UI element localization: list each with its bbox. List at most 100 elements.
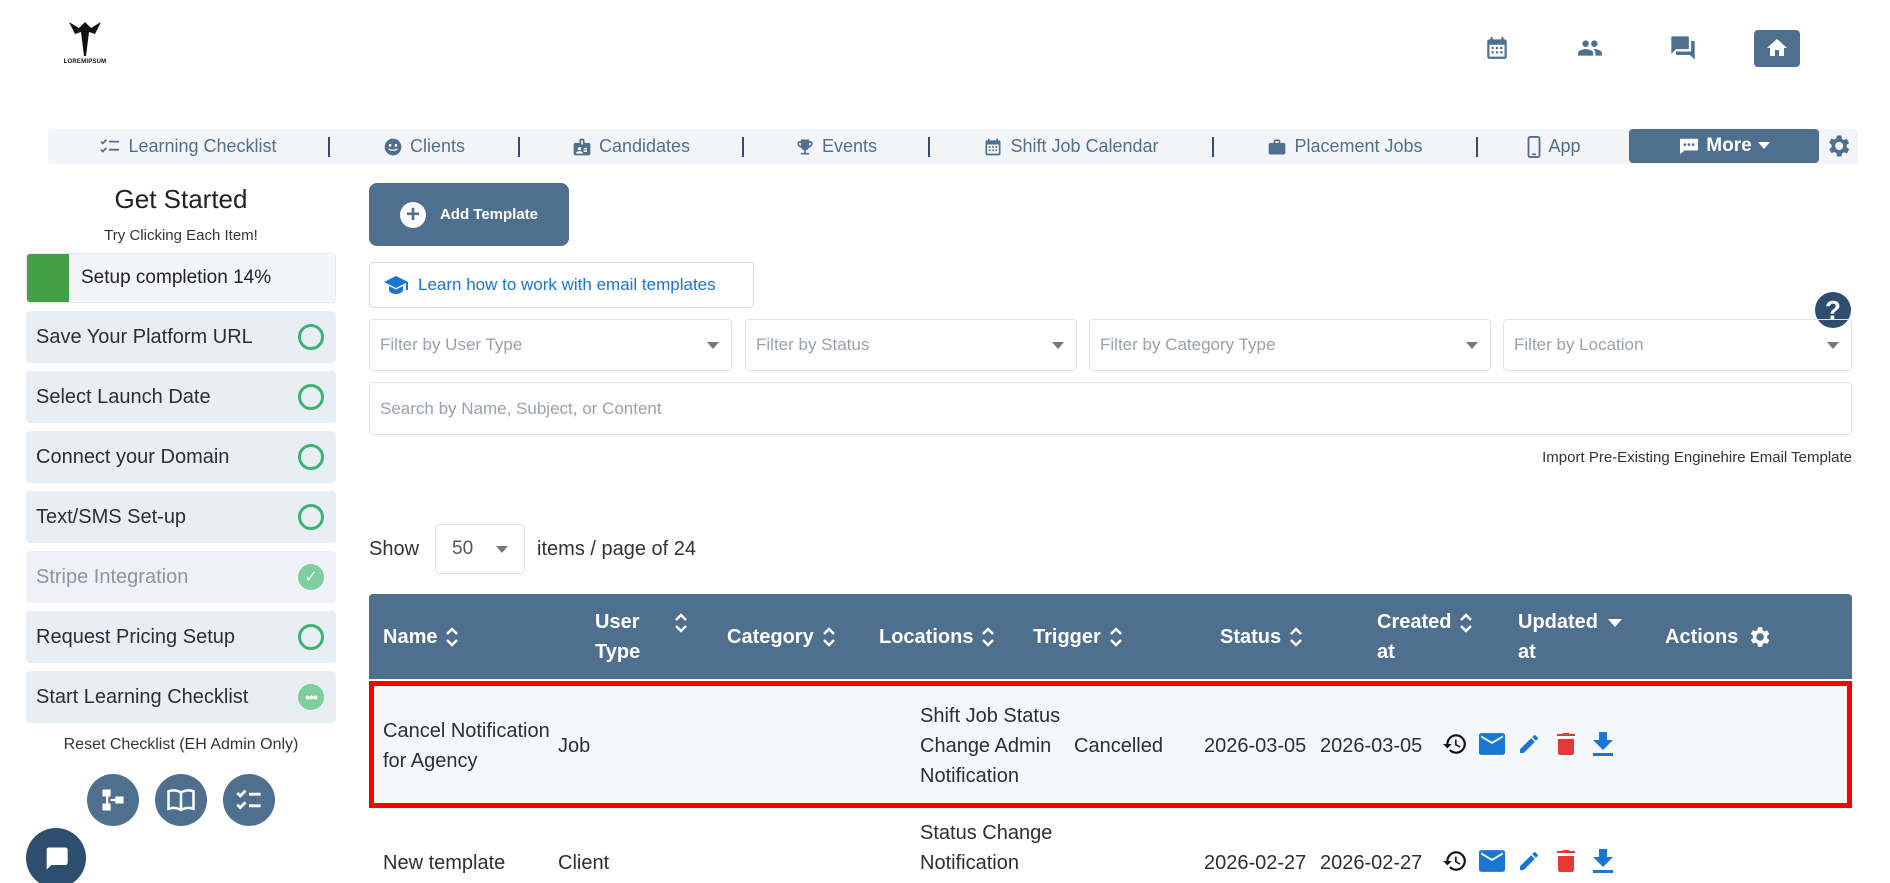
cell-status: Cancelled bbox=[1074, 735, 1163, 757]
templates-table-header: Name User Type Category Locations Trigge… bbox=[369, 594, 1852, 679]
header-label: at bbox=[1518, 640, 1536, 663]
email-icon[interactable] bbox=[1479, 848, 1505, 874]
graduation-cap-icon bbox=[384, 276, 408, 294]
nav-learning-checklist[interactable]: Learning Checklist bbox=[48, 129, 328, 164]
learn-email-templates-link[interactable]: Learn how to work with email templates bbox=[369, 262, 754, 308]
page-size-select[interactable]: 50 bbox=[435, 524, 526, 574]
learn-link-label: Learn how to work with email templates bbox=[418, 275, 716, 294]
status-filter[interactable]: Filter by Status bbox=[745, 319, 1077, 371]
user-type-filter[interactable]: Filter by User Type bbox=[369, 319, 732, 371]
history-icon[interactable] bbox=[1442, 848, 1468, 874]
search-input[interactable]: Search by Name, Subject, or Content bbox=[369, 382, 1852, 435]
brand-logo[interactable]: LOREMIPSUM bbox=[60, 18, 110, 74]
nav-placement-jobs[interactable]: Placement Jobs bbox=[1214, 129, 1476, 164]
header-label: Updated bbox=[1518, 610, 1598, 633]
trophy-icon bbox=[797, 139, 813, 154]
download-icon[interactable] bbox=[1590, 848, 1616, 874]
search-placeholder: Search by Name, Subject, or Content bbox=[380, 398, 662, 418]
cell-updated-at: 2026-03-05 bbox=[1320, 735, 1423, 757]
chat-icon[interactable] bbox=[1661, 28, 1705, 68]
sort-desc-icon bbox=[1608, 618, 1622, 627]
add-template-button[interactable]: + Add Template bbox=[369, 183, 569, 246]
checklist-item-launch-date[interactable]: Select Launch Date bbox=[26, 371, 336, 423]
checklist-item-domain[interactable]: Connect your Domain bbox=[26, 431, 336, 483]
cell-trigger: Shift Job Status Change Admin Notificati… bbox=[920, 701, 1060, 791]
caret-down-icon bbox=[707, 341, 719, 349]
nav-label: App bbox=[1548, 136, 1581, 156]
nav-label: Learning Checklist bbox=[128, 136, 277, 156]
cell-text: for Agency bbox=[383, 750, 478, 772]
checklist-item-label: Start Learning Checklist bbox=[36, 685, 249, 708]
sort-icon bbox=[982, 626, 995, 647]
checklist-item-stripe[interactable]: Stripe Integration ✓ bbox=[26, 551, 336, 603]
column-status[interactable]: Status bbox=[1220, 594, 1303, 679]
checklist-item-platform-url[interactable]: Save Your Platform URL bbox=[26, 311, 336, 363]
nav-shift-job-calendar[interactable]: Shift Job Calendar bbox=[930, 129, 1212, 164]
column-locations[interactable]: Locations bbox=[879, 594, 995, 679]
checklist-icon[interactable] bbox=[223, 774, 275, 826]
delete-trash-icon[interactable] bbox=[1553, 848, 1579, 874]
sitemap-icon[interactable] bbox=[87, 774, 139, 826]
settings-gear-icon[interactable] bbox=[1824, 132, 1852, 165]
home-button[interactable] bbox=[1754, 29, 1800, 67]
nav-label: Shift Job Calendar bbox=[1010, 136, 1159, 156]
edit-pencil-icon[interactable] bbox=[1516, 848, 1542, 874]
edit-pencil-icon[interactable] bbox=[1516, 731, 1542, 757]
category-filter[interactable]: Filter by Category Type bbox=[1089, 319, 1491, 371]
column-created-at[interactable]: Created at bbox=[1377, 594, 1473, 679]
cell-name: Cancel Notification for Agency bbox=[383, 716, 550, 776]
column-updated-at[interactable]: Updated at bbox=[1518, 594, 1622, 679]
header-label: User bbox=[595, 610, 640, 633]
people-icon[interactable] bbox=[1568, 28, 1612, 68]
column-settings-gear-icon[interactable] bbox=[1746, 624, 1772, 650]
nav-candidates[interactable]: Candidates bbox=[520, 129, 742, 164]
table-row[interactable]: Cancel Notification for Agency Job Shift… bbox=[369, 681, 1852, 808]
nav-clients[interactable]: Clients bbox=[330, 129, 518, 164]
reset-checklist-link[interactable]: Reset Checklist (EH Admin Only) bbox=[26, 736, 336, 754]
table-row[interactable]: New template Client Status Change Notifi… bbox=[369, 812, 1852, 883]
face-icon bbox=[384, 138, 402, 155]
live-chat-button[interactable] bbox=[26, 828, 86, 883]
column-name[interactable]: Name bbox=[383, 594, 459, 679]
row-actions bbox=[1442, 731, 1627, 757]
header-label: at bbox=[1377, 640, 1395, 663]
pending-circle-icon bbox=[298, 324, 324, 350]
column-user-type[interactable]: User Type bbox=[595, 594, 688, 679]
cell-text: Status Change bbox=[920, 822, 1053, 844]
caret-down-icon bbox=[1827, 341, 1839, 349]
cell-user-type: Client bbox=[558, 852, 610, 874]
email-icon[interactable] bbox=[1479, 731, 1505, 757]
checklist-item-pricing[interactable]: Request Pricing Setup bbox=[26, 611, 336, 663]
cell-text: Notification bbox=[920, 852, 1019, 874]
more-menu-button[interactable]: More bbox=[1629, 129, 1819, 163]
download-icon[interactable] bbox=[1590, 731, 1616, 757]
cell-text: Shift Job Status bbox=[920, 705, 1061, 727]
nav-label: Candidates bbox=[598, 136, 691, 156]
import-template-link[interactable]: Import Pre-Existing Enginehire Email Tem… bbox=[1542, 449, 1852, 466]
column-trigger[interactable]: Trigger bbox=[1033, 594, 1123, 679]
more-label: More bbox=[1706, 135, 1752, 156]
nav-app[interactable]: App bbox=[1478, 129, 1630, 164]
book-icon[interactable] bbox=[155, 774, 207, 826]
id-badge-icon bbox=[573, 138, 591, 155]
message-icon bbox=[1680, 138, 1699, 155]
checklist-item-sms[interactable]: Text/SMS Set-up bbox=[26, 491, 336, 543]
calendar-icon[interactable] bbox=[1475, 28, 1519, 68]
progress-fill bbox=[27, 254, 69, 302]
history-icon[interactable] bbox=[1442, 731, 1468, 757]
briefcase-icon bbox=[1269, 139, 1286, 154]
header-label: Trigger bbox=[1033, 625, 1101, 648]
header-label: Created bbox=[1377, 610, 1452, 633]
checklist-item-label: Connect your Domain bbox=[36, 445, 230, 468]
nav-label: Clients bbox=[409, 136, 466, 156]
nav-events[interactable]: Events bbox=[744, 129, 928, 164]
checklist-item-learning[interactable]: Start Learning Checklist ••• bbox=[26, 671, 336, 723]
sort-icon bbox=[1290, 626, 1302, 647]
location-filter[interactable]: Filter by Location bbox=[1503, 319, 1852, 371]
get-started-sidebar: Get Started Try Clicking Each Item! Setu… bbox=[26, 180, 336, 826]
delete-trash-icon[interactable] bbox=[1553, 731, 1579, 757]
chat-bubble-icon bbox=[46, 847, 68, 870]
row-actions bbox=[1442, 848, 1627, 874]
logo-text: LOREMIPSUM bbox=[63, 59, 107, 65]
column-category[interactable]: Category bbox=[727, 594, 836, 679]
